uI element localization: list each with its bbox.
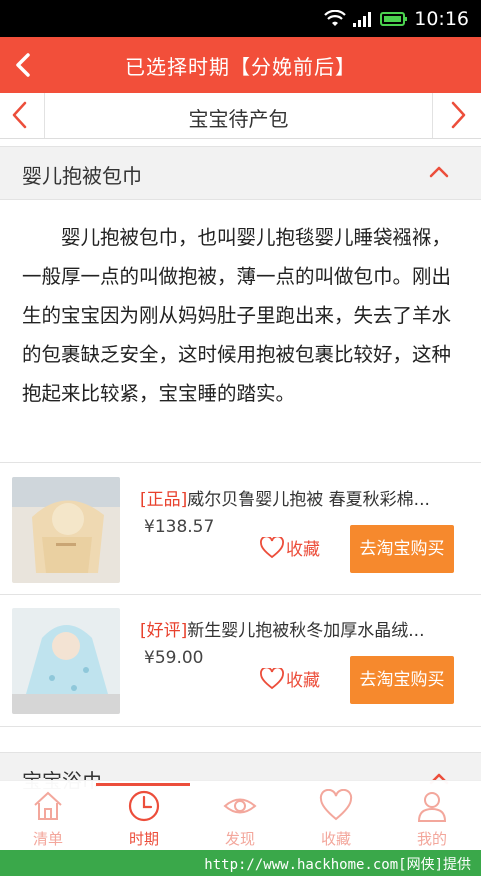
favorite-label: 收藏 <box>286 671 320 691</box>
buy-taobao-button[interactable]: 去淘宝购买 <box>350 525 454 573</box>
favorite-button[interactable]: 收藏 <box>260 535 320 560</box>
bottom-tab-bar: 清单 时期 发现 收藏 我的 <box>0 780 481 851</box>
chevron-left-icon <box>12 101 27 129</box>
title-bar: 已选择时期【分娩前后】 <box>0 37 481 93</box>
status-time: 10:16 <box>414 8 469 30</box>
product-image[interactable] <box>12 477 120 583</box>
tab-favorites[interactable]: 收藏 <box>288 781 384 851</box>
category-title: 宝宝待产包 <box>188 107 289 131</box>
section-description: 婴儿抱被包巾，也叫婴儿抱毯婴儿睡袋襁褓，一般厚一点的叫做抱被，薄一点的叫做包巾。… <box>22 226 452 405</box>
tab-mine[interactable]: 我的 <box>384 781 480 851</box>
heart-icon <box>319 789 353 821</box>
status-icons: 10:16 <box>324 8 469 30</box>
product-image[interactable] <box>12 608 120 714</box>
chevron-up-icon[interactable] <box>427 162 451 182</box>
divider <box>0 462 481 463</box>
clock-icon <box>128 790 160 822</box>
footer-watermark: http://www.hackhome.com[网侠]提供 <box>0 850 481 876</box>
favorite-label: 收藏 <box>286 540 320 560</box>
chevron-right-icon <box>451 101 466 129</box>
prev-category-button[interactable] <box>0 93 45 138</box>
product-name: 威尔贝鲁婴儿抱被 春夏秋彩棉... <box>187 490 430 510</box>
home-icon <box>34 791 62 820</box>
page-title: 已选择时期【分娩前后】 <box>125 55 356 79</box>
status-bar: 10:16 <box>0 0 481 37</box>
divider <box>0 594 481 595</box>
user-icon <box>417 792 447 822</box>
tab-label: 发现 <box>224 830 255 848</box>
tab-period[interactable]: 时期 <box>96 781 192 851</box>
divider <box>0 726 481 727</box>
tab-label: 清单 <box>32 830 63 848</box>
product-title[interactable]: [正品]威尔贝鲁婴儿抱被 春夏秋彩棉... <box>140 485 450 510</box>
buy-taobao-button[interactable]: 去淘宝购买 <box>350 656 454 704</box>
category-bar: 宝宝待产包 <box>0 93 481 139</box>
heart-icon <box>260 536 284 558</box>
tab-checklist[interactable]: 清单 <box>0 781 96 851</box>
section-header[interactable]: 婴儿抱被包巾 <box>0 146 481 200</box>
product-price: ¥138.57 <box>144 517 215 537</box>
product-tag: [好评] <box>140 621 188 641</box>
eye-icon <box>223 798 257 814</box>
product-tag: [正品] <box>140 490 188 510</box>
product-price: ¥59.00 <box>144 648 204 668</box>
product-title[interactable]: [好评]新生婴儿抱被秋冬加厚水晶绒... <box>140 616 450 641</box>
active-tab-indicator <box>96 783 190 786</box>
heart-icon <box>260 667 284 689</box>
tab-label: 收藏 <box>320 830 351 848</box>
signal-icon <box>353 12 372 27</box>
product-card[interactable]: [正品]威尔贝鲁婴儿抱被 春夏秋彩棉... ¥138.57 收藏 去淘宝购买 <box>0 465 481 593</box>
footer-text: http://www.hackhome.com[网侠]提供 <box>204 857 471 873</box>
battery-icon <box>380 12 408 26</box>
section-title: 婴儿抱被包巾 <box>22 164 142 188</box>
product-card[interactable]: [好评]新生婴儿抱被秋冬加厚水晶绒... ¥59.00 收藏 去淘宝购买 <box>0 596 481 724</box>
tab-discover[interactable]: 发现 <box>192 781 288 851</box>
favorite-button[interactable]: 收藏 <box>260 666 320 691</box>
product-name: 新生婴儿抱被秋冬加厚水晶绒... <box>187 621 425 641</box>
tab-label: 我的 <box>416 830 447 848</box>
wifi-icon <box>324 10 347 26</box>
next-category-button[interactable] <box>432 93 481 138</box>
tab-label: 时期 <box>128 830 159 848</box>
